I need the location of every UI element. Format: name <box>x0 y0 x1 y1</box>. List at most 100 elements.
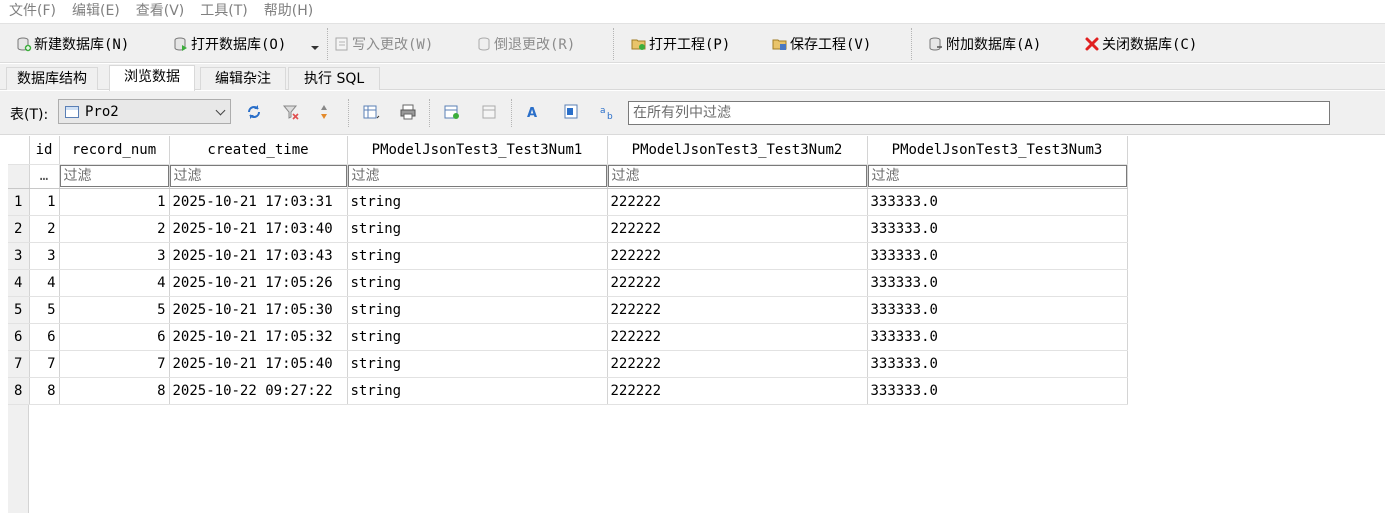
filter-cell-created-time[interactable]: 过滤 <box>169 164 348 189</box>
filter-cell-num3[interactable]: 过滤 <box>867 164 1128 189</box>
filter-input[interactable]: 过滤 <box>347 165 607 187</box>
open-database-dropdown-icon[interactable] <box>311 46 319 50</box>
cell-created-time[interactable]: 2025-10-22 09:27:22 <box>169 377 348 405</box>
cell-record-num[interactable]: 1 <box>59 188 170 216</box>
sort-icon[interactable] <box>319 103 337 121</box>
save-project-button[interactable]: 保存工程(V) <box>772 32 871 56</box>
cell-created-time[interactable]: 2025-10-21 17:05:32 <box>169 323 348 351</box>
cell-num3[interactable]: 333333.0 <box>867 350 1128 378</box>
cell-id[interactable]: 4 <box>29 269 60 297</box>
cell-record-num[interactable]: 4 <box>59 269 170 297</box>
insert-record-icon[interactable] <box>443 103 461 121</box>
cell-created-time[interactable]: 2025-10-21 17:03:43 <box>169 242 348 270</box>
cell-num2[interactable]: 222222 <box>607 242 868 270</box>
cell-num1[interactable]: string <box>347 323 608 351</box>
filter-corner-button[interactable]: … <box>29 164 60 189</box>
cell-num2[interactable]: 222222 <box>607 377 868 405</box>
table-row[interactable]: 2 2 2 2025-10-21 17:03:40 string 222222 333333… <box>8 215 1128 243</box>
cell-num2[interactable]: 222222 <box>607 269 868 297</box>
cell-num3[interactable]: 333333.0 <box>867 242 1128 270</box>
cell-num2[interactable]: 222222 <box>607 188 868 216</box>
cell-num1[interactable]: string <box>347 350 608 378</box>
menu-view[interactable]: 查看(V) <box>128 0 193 22</box>
cell-id[interactable]: 5 <box>29 296 60 324</box>
write-changes-button[interactable]: 写入更改(W) <box>334 32 433 56</box>
row-number[interactable]: 7 <box>8 350 30 378</box>
print-icon[interactable] <box>399 103 417 121</box>
row-number[interactable]: 2 <box>8 215 30 243</box>
filter-input[interactable]: 过滤 <box>169 165 347 187</box>
cell-num3[interactable]: 333333.0 <box>867 377 1128 405</box>
cell-num2[interactable]: 222222 <box>607 350 868 378</box>
refresh-icon[interactable] <box>245 103 263 121</box>
cell-record-num[interactable]: 5 <box>59 296 170 324</box>
column-format-icon[interactable] <box>562 103 580 121</box>
menu-file[interactable]: 文件(F) <box>0 0 64 22</box>
cell-record-num[interactable]: 3 <box>59 242 170 270</box>
corner-header[interactable] <box>8 136 30 165</box>
tab-database-structure[interactable]: 数据库结构 <box>6 67 98 90</box>
cell-id[interactable]: 1 <box>29 188 60 216</box>
table-row[interactable]: 1 1 1 2025-10-21 17:03:31 string 222222 333333… <box>8 188 1128 216</box>
menu-edit[interactable]: 编辑(E) <box>64 0 128 22</box>
delete-record-icon[interactable] <box>481 103 499 121</box>
tab-edit-pragmas[interactable]: 编辑杂注 <box>200 67 286 90</box>
cell-num1[interactable]: string <box>347 242 608 270</box>
cell-created-time[interactable]: 2025-10-21 17:03:40 <box>169 215 348 243</box>
table-select[interactable]: Pro2 <box>58 99 231 124</box>
cell-id[interactable]: 3 <box>29 242 60 270</box>
cell-record-num[interactable]: 8 <box>59 377 170 405</box>
row-number[interactable]: 8 <box>8 377 30 405</box>
cell-id[interactable]: 8 <box>29 377 60 405</box>
close-database-button[interactable]: 关闭数据库(C) <box>1084 32 1197 56</box>
cell-num3[interactable]: 333333.0 <box>867 296 1128 324</box>
filter-all-columns-input[interactable]: 在所有列中过滤 <box>628 101 1330 125</box>
column-header-created-time[interactable]: created_time <box>169 136 348 165</box>
attach-database-button[interactable]: 附加数据库(A) <box>928 32 1041 56</box>
cell-created-time[interactable]: 2025-10-21 17:05:26 <box>169 269 348 297</box>
column-header-record-num[interactable]: record_num <box>59 136 170 165</box>
menu-help[interactable]: 帮助(H) <box>256 0 321 22</box>
save-table-icon[interactable] <box>362 103 380 121</box>
table-row[interactable]: 7 7 7 2025-10-21 17:05:40 string 222222 333333… <box>8 350 1128 378</box>
row-number[interactable]: 3 <box>8 242 30 270</box>
filter-cell-record-num[interactable]: 过滤 <box>59 164 170 189</box>
clear-filters-icon[interactable] <box>282 103 300 121</box>
cell-record-num[interactable]: 7 <box>59 350 170 378</box>
filter-cell-num2[interactable]: 过滤 <box>607 164 868 189</box>
cell-id[interactable]: 7 <box>29 350 60 378</box>
cell-num3[interactable]: 333333.0 <box>867 188 1128 216</box>
filter-cell-num1[interactable]: 过滤 <box>347 164 608 189</box>
cell-num1[interactable]: string <box>347 296 608 324</box>
row-number[interactable]: 6 <box>8 323 30 351</box>
row-number[interactable]: 5 <box>8 296 30 324</box>
table-row[interactable]: 4 4 4 2025-10-21 17:05:26 string 222222 333333… <box>8 269 1128 297</box>
cell-num3[interactable]: 333333.0 <box>867 269 1128 297</box>
open-project-button[interactable]: 打开工程(P) <box>631 32 730 56</box>
open-database-button[interactable]: 打开数据库(O) <box>173 32 286 56</box>
cell-created-time[interactable]: 2025-10-21 17:05:40 <box>169 350 348 378</box>
cell-num2[interactable]: 222222 <box>607 323 868 351</box>
tab-execute-sql[interactable]: 执行 SQL <box>288 67 381 90</box>
filter-input[interactable]: 过滤 <box>867 165 1127 187</box>
filter-input[interactable]: 过滤 <box>59 165 169 187</box>
column-header-num1[interactable]: PModelJsonTest3_Test3Num1 <box>347 136 608 165</box>
table-row[interactable]: 5 5 5 2025-10-21 17:05:30 string 222222 333333… <box>8 296 1128 324</box>
column-header-num2[interactable]: PModelJsonTest3_Test3Num2 <box>607 136 868 165</box>
revert-changes-button[interactable]: 倒退更改(R) <box>476 32 575 56</box>
column-header-num3[interactable]: PModelJsonTest3_Test3Num3 <box>867 136 1128 165</box>
menu-tools[interactable]: 工具(T) <box>192 0 255 22</box>
find-replace-icon[interactable]: ab <box>599 103 617 122</box>
cell-record-num[interactable]: 2 <box>59 215 170 243</box>
table-row[interactable]: 3 3 3 2025-10-21 17:03:43 string 222222 333333… <box>8 242 1128 270</box>
filter-input[interactable]: 过滤 <box>607 165 867 187</box>
cell-num2[interactable]: 222222 <box>607 215 868 243</box>
cell-record-num[interactable]: 6 <box>59 323 170 351</box>
cell-id[interactable]: 6 <box>29 323 60 351</box>
cell-num1[interactable]: string <box>347 215 608 243</box>
cell-id[interactable]: 2 <box>29 215 60 243</box>
column-header-id[interactable]: id <box>29 136 60 165</box>
table-row[interactable]: 6 6 6 2025-10-21 17:05:32 string 222222 333333… <box>8 323 1128 351</box>
cell-num2[interactable]: 222222 <box>607 296 868 324</box>
cell-created-time[interactable]: 2025-10-21 17:03:31 <box>169 188 348 216</box>
